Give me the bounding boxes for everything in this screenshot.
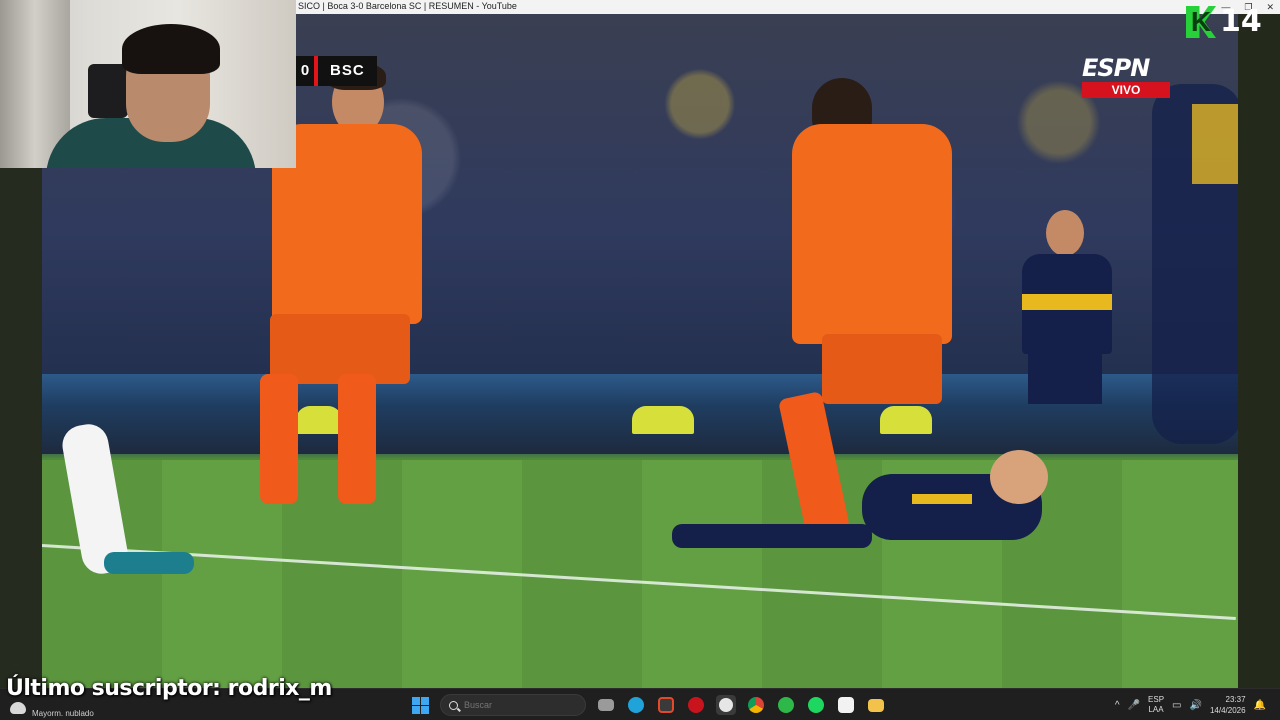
chevron-up-icon[interactable]: ^: [1115, 700, 1120, 711]
language-code: ESP: [1148, 695, 1165, 704]
obs-button[interactable]: [656, 695, 676, 715]
live-badge: VIVO: [1082, 82, 1170, 98]
language-indicator[interactable]: ESP LAA: [1148, 695, 1164, 715]
obs-studio-button[interactable]: [716, 695, 736, 715]
windows-icon: [411, 696, 429, 714]
record-icon: [688, 697, 704, 713]
close-icon[interactable]: ✕: [1266, 0, 1274, 14]
task-view-icon: [598, 699, 614, 711]
player-barcelona-3: [212, 62, 442, 544]
xbox-button[interactable]: [776, 695, 796, 715]
spotify-button[interactable]: [806, 695, 826, 715]
file-explorer-button[interactable]: [866, 695, 886, 715]
channel-number: 14: [1220, 4, 1262, 39]
player-white-leg: [42, 384, 202, 584]
channel-logo: K 14: [1186, 6, 1262, 38]
capcut-button[interactable]: [836, 695, 856, 715]
ad-sign: [632, 406, 694, 434]
xbox-icon: [778, 697, 794, 713]
system-tray: ^ 🎤 ESP LAA ▭ 🔊 23:37 14/4/2026 🔔: [1115, 693, 1266, 717]
edge-button[interactable]: [626, 695, 646, 715]
espn-logo: ESPN VIVO: [1082, 56, 1174, 98]
player-boca-blurred: [1122, 44, 1238, 684]
clock-date: 14/4/2026: [1209, 706, 1246, 715]
score-bug: 0 BSC: [296, 56, 380, 86]
microphone-icon[interactable]: 🎤: [1128, 700, 1140, 711]
search-icon: [449, 700, 458, 710]
window-title: SICO | Boca 3-0 Barcelona SC | RESUMEN -…: [298, 1, 517, 11]
streamer-webcam: [0, 0, 296, 168]
chrome-button[interactable]: [746, 695, 766, 715]
weather-text: Mayorm. nublado: [32, 709, 94, 718]
desktop-wallpaper-right: [1238, 0, 1280, 688]
player-boca-lying: [632, 450, 1062, 564]
taskbar-apps: [410, 693, 886, 717]
window-titlebar[interactable]: SICO | Boca 3-0 Barcelona SC | RESUMEN -…: [296, 0, 1280, 14]
last-subscriber-label: Último suscriptor: rodrix_m: [6, 676, 332, 701]
media-app-icon: [658, 697, 674, 713]
folder-icon: [868, 698, 884, 712]
network-icon[interactable]: ▭: [1172, 700, 1181, 711]
cloud-icon: [10, 701, 26, 714]
spotify-icon: [808, 697, 824, 713]
notification-icon[interactable]: 🔔: [1254, 700, 1266, 711]
start-button[interactable]: [410, 695, 430, 715]
score-value: 0: [296, 56, 314, 86]
language-variant: LAA: [1148, 705, 1164, 714]
record-button[interactable]: [686, 695, 706, 715]
channel-letter: K: [1186, 6, 1216, 38]
volume-icon[interactable]: 🔊: [1190, 700, 1202, 711]
desktop-screen: SICO | Boca 3-0 Barcelona SC | RESUMEN -…: [0, 0, 1280, 720]
obs-icon: [719, 698, 733, 712]
clock-time: 23:37: [1225, 695, 1246, 704]
search-input[interactable]: [464, 700, 574, 710]
player-boca-standing: [1012, 210, 1122, 430]
taskbar-search[interactable]: [440, 694, 586, 716]
network-name: ESPN: [1082, 54, 1150, 82]
team-abbreviation: BSC: [318, 56, 377, 86]
task-view-button[interactable]: [596, 695, 616, 715]
gaming-chair: [88, 64, 128, 118]
clock[interactable]: 23:37 14/4/2026: [1210, 694, 1246, 716]
edge-icon: [628, 697, 644, 713]
streamer-hair: [122, 24, 220, 74]
chrome-icon: [748, 697, 764, 713]
capcut-icon: [838, 697, 854, 713]
